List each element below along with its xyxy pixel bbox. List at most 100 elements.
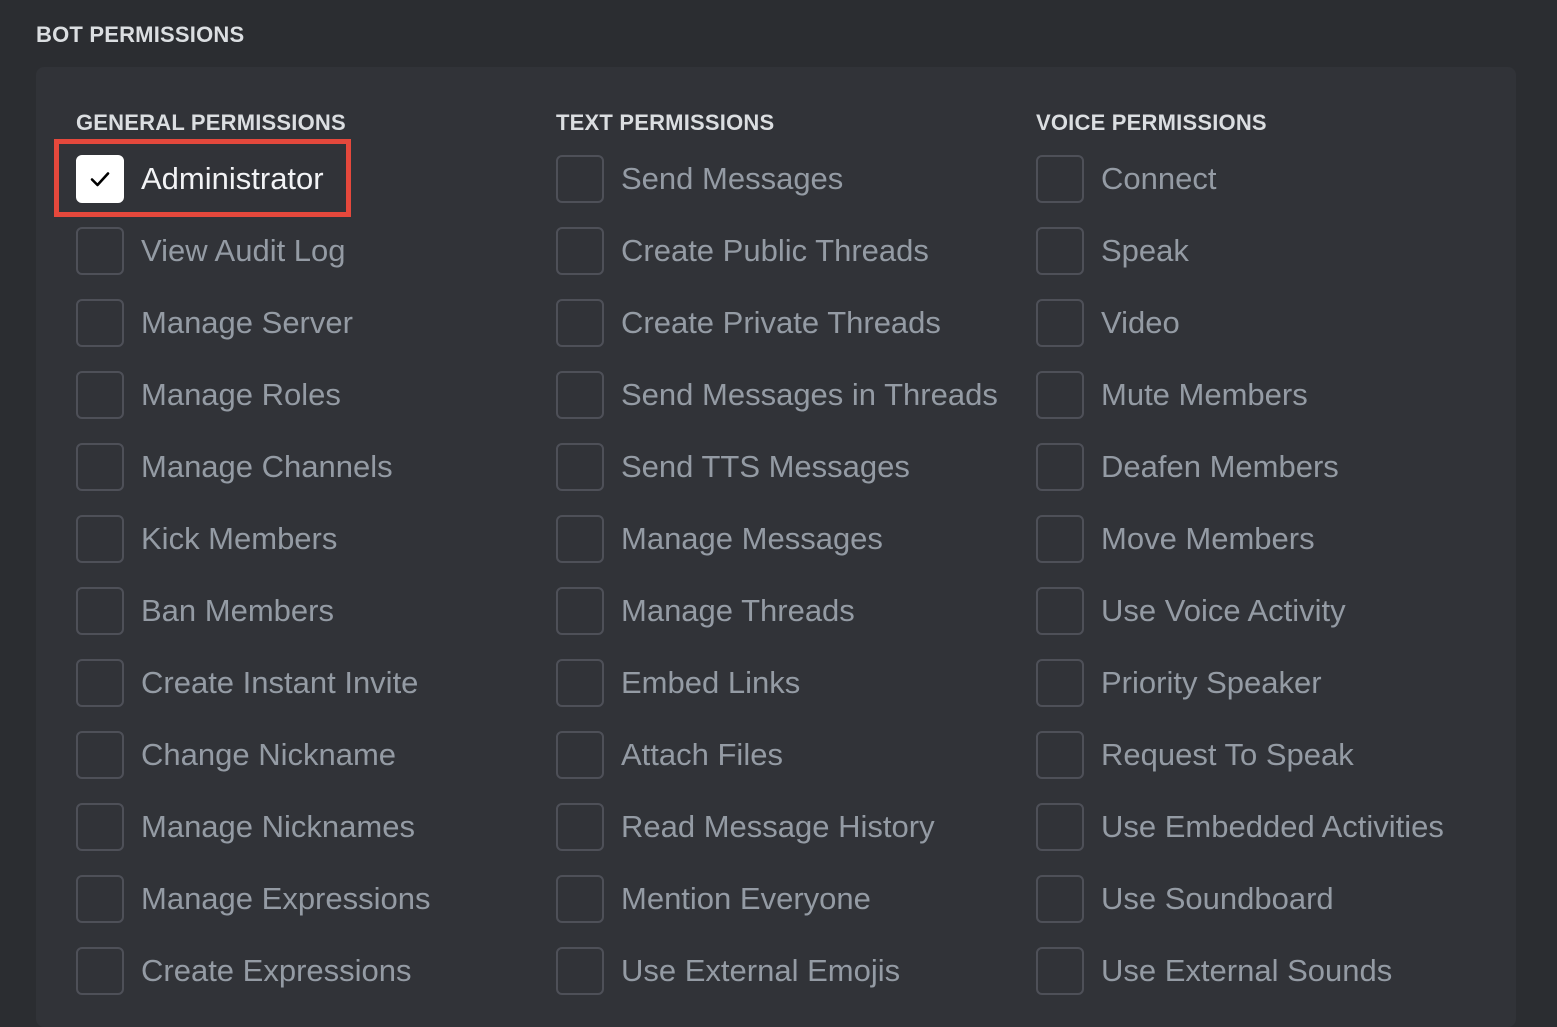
permission-manage-channels[interactable]: Manage Channels: [76, 431, 546, 503]
general-permissions-list: Administrator View Audit Log Manage Server…: [54, 139, 546, 1007]
checkbox[interactable]: [556, 515, 604, 563]
permission-create-public-threads[interactable]: Create Public Threads: [556, 215, 1026, 287]
permission-priority-speaker[interactable]: Priority Speaker: [1036, 647, 1506, 719]
text-permissions-list: Send Messages Create Public Threads Create…: [556, 143, 1026, 1007]
permission-label: View Audit Log: [141, 233, 346, 268]
permission-label: Administrator: [141, 161, 324, 196]
permission-read-message-history[interactable]: Read Message History: [556, 791, 1026, 863]
permission-mute-members[interactable]: Mute Members: [1036, 359, 1506, 431]
checkbox[interactable]: [76, 299, 124, 347]
permission-label: Kick Members: [141, 521, 338, 556]
permission-send-messages[interactable]: Send Messages: [556, 143, 1026, 215]
checkbox[interactable]: [1036, 803, 1084, 851]
permission-administrator[interactable]: Administrator: [54, 139, 546, 217]
permission-ban-members[interactable]: Ban Members: [76, 575, 546, 647]
permission-label: Video: [1101, 305, 1180, 340]
checkbox[interactable]: [1036, 659, 1084, 707]
permission-label: Request To Speak: [1101, 737, 1354, 772]
check-icon: [90, 172, 110, 187]
permission-create-expressions[interactable]: Create Expressions: [76, 935, 546, 1007]
permission-label: Connect: [1101, 161, 1217, 196]
checkbox[interactable]: [1036, 587, 1084, 635]
checkbox[interactable]: [556, 875, 604, 923]
permission-label: Deafen Members: [1101, 449, 1339, 484]
permission-send-tts-messages[interactable]: Send TTS Messages: [556, 431, 1026, 503]
checkbox[interactable]: [1036, 371, 1084, 419]
checkbox[interactable]: [76, 227, 124, 275]
permission-manage-roles[interactable]: Manage Roles: [76, 359, 546, 431]
permission-label: Manage Expressions: [141, 881, 431, 916]
checkbox[interactable]: [1036, 731, 1084, 779]
checkbox[interactable]: [1036, 155, 1084, 203]
permission-change-nickname[interactable]: Change Nickname: [76, 719, 546, 791]
permission-create-instant-invite[interactable]: Create Instant Invite: [76, 647, 546, 719]
permission-manage-nicknames[interactable]: Manage Nicknames: [76, 791, 546, 863]
permission-speak[interactable]: Speak: [1036, 215, 1506, 287]
permission-use-external-emojis[interactable]: Use External Emojis: [556, 935, 1026, 1007]
checkbox[interactable]: [76, 443, 124, 491]
permission-manage-threads[interactable]: Manage Threads: [556, 575, 1026, 647]
permission-request-to-speak[interactable]: Request To Speak: [1036, 719, 1506, 791]
checkbox[interactable]: [556, 299, 604, 347]
checkbox[interactable]: [76, 371, 124, 419]
permission-label: Use Voice Activity: [1101, 593, 1346, 628]
permission-label: Embed Links: [621, 665, 801, 700]
permission-label: Manage Server: [141, 305, 353, 340]
permission-manage-server[interactable]: Manage Server: [76, 287, 546, 359]
checkbox[interactable]: [556, 155, 604, 203]
permission-use-voice-activity[interactable]: Use Voice Activity: [1036, 575, 1506, 647]
checkbox[interactable]: [556, 803, 604, 851]
checkbox[interactable]: [1036, 515, 1084, 563]
checkbox[interactable]: [76, 587, 124, 635]
checkbox[interactable]: [76, 515, 124, 563]
checkbox[interactable]: [556, 731, 604, 779]
checkbox[interactable]: [76, 155, 124, 203]
checkbox[interactable]: [1036, 227, 1084, 275]
permission-deafen-members[interactable]: Deafen Members: [1036, 431, 1506, 503]
permission-label: Send TTS Messages: [621, 449, 910, 484]
permissions-panel: GENERAL PERMISSIONS Administrator View Au…: [36, 67, 1516, 1027]
permission-label: Create Instant Invite: [141, 665, 419, 700]
checkbox[interactable]: [1036, 875, 1084, 923]
permission-use-soundboard[interactable]: Use Soundboard: [1036, 863, 1506, 935]
permission-use-external-sounds[interactable]: Use External Sounds: [1036, 935, 1506, 1007]
permission-move-members[interactable]: Move Members: [1036, 503, 1506, 575]
checkbox[interactable]: [1036, 299, 1084, 347]
permission-kick-members[interactable]: Kick Members: [76, 503, 546, 575]
checkbox[interactable]: [556, 587, 604, 635]
checkbox[interactable]: [1036, 443, 1084, 491]
checkbox[interactable]: [76, 803, 124, 851]
permission-label: Priority Speaker: [1101, 665, 1322, 700]
checkbox[interactable]: [556, 659, 604, 707]
permission-view-audit-log[interactable]: View Audit Log: [76, 215, 546, 287]
permission-connect[interactable]: Connect: [1036, 143, 1506, 215]
checkbox[interactable]: [76, 875, 124, 923]
permission-label: Use External Sounds: [1101, 953, 1393, 988]
checkbox[interactable]: [556, 227, 604, 275]
checkbox[interactable]: [76, 731, 124, 779]
text-permissions-heading: TEXT PERMISSIONS: [556, 110, 775, 135]
bot-permissions-title: BOT PERMISSIONS: [36, 22, 245, 47]
permission-video[interactable]: Video: [1036, 287, 1506, 359]
checkbox[interactable]: [556, 371, 604, 419]
checkbox[interactable]: [556, 947, 604, 995]
permission-manage-expressions[interactable]: Manage Expressions: [76, 863, 546, 935]
permission-attach-files[interactable]: Attach Files: [556, 719, 1026, 791]
permission-send-messages-in-threads[interactable]: Send Messages in Threads: [556, 359, 1026, 431]
permission-mention-everyone[interactable]: Mention Everyone: [556, 863, 1026, 935]
checkbox[interactable]: [556, 443, 604, 491]
permission-use-embedded-activities[interactable]: Use Embedded Activities: [1036, 791, 1506, 863]
permission-create-private-threads[interactable]: Create Private Threads: [556, 287, 1026, 359]
checkbox[interactable]: [76, 947, 124, 995]
checkbox[interactable]: [76, 659, 124, 707]
permission-embed-links[interactable]: Embed Links: [556, 647, 1026, 719]
voice-permissions-heading: VOICE PERMISSIONS: [1036, 110, 1267, 135]
permission-label: Ban Members: [141, 593, 334, 628]
permission-label: Read Message History: [621, 809, 935, 844]
permission-label: Create Public Threads: [621, 233, 929, 268]
checkbox[interactable]: [1036, 947, 1084, 995]
permission-label: Manage Channels: [141, 449, 393, 484]
permission-label: Manage Roles: [141, 377, 341, 412]
permission-manage-messages[interactable]: Manage Messages: [556, 503, 1026, 575]
permission-label: Create Expressions: [141, 953, 412, 988]
